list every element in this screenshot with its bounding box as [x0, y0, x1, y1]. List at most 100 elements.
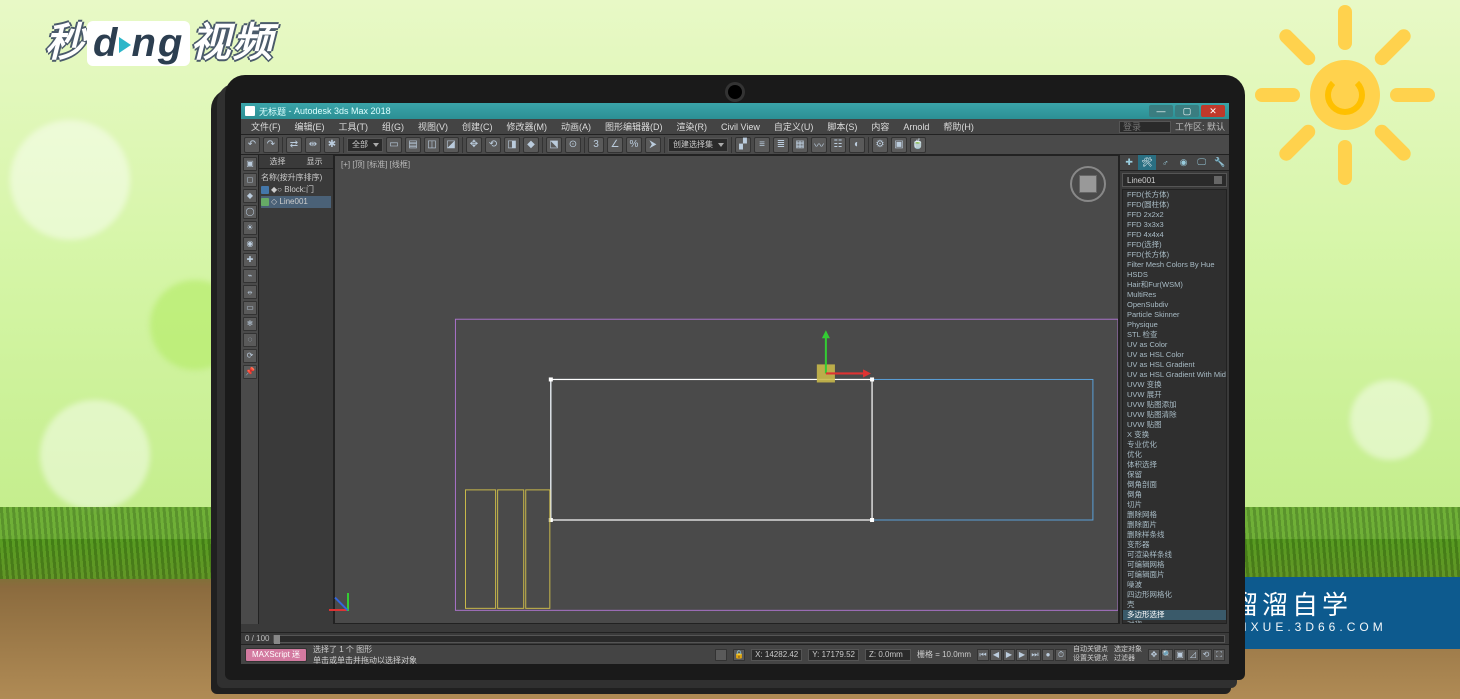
geometry-filter-button[interactable]: ◆: [243, 189, 257, 203]
modifier-item[interactable]: 可编辑网格: [1123, 560, 1226, 570]
workspace-label[interactable]: 工作区: 默认: [1175, 120, 1225, 133]
isolate-button[interactable]: [715, 649, 727, 661]
modifier-item[interactable]: 变形器: [1123, 540, 1226, 550]
display-all-button[interactable]: ▣: [243, 157, 257, 171]
placement-button[interactable]: ◆: [523, 137, 539, 153]
menu-item[interactable]: 自定义(U): [768, 120, 820, 133]
modifier-item[interactable]: UVW 贴图添加: [1123, 400, 1226, 410]
spacewarp-filter-button[interactable]: ⌁: [243, 269, 257, 283]
menu-item[interactable]: 渲染(R): [671, 120, 714, 133]
hidden-button[interactable]: ◌: [243, 333, 257, 347]
fov-button[interactable]: ◿: [1187, 649, 1199, 661]
render-frame-button[interactable]: ▣: [891, 137, 907, 153]
modifier-item[interactable]: UVW 变换: [1123, 380, 1226, 390]
angle-snap-button[interactable]: ∠: [607, 137, 623, 153]
modifier-item[interactable]: 保留: [1123, 470, 1226, 480]
menu-item[interactable]: 动画(A): [555, 120, 597, 133]
camera-filter-button[interactable]: ◉: [243, 237, 257, 251]
snap-toggle-button[interactable]: 3: [588, 137, 604, 153]
menu-item[interactable]: 图形编辑器(D): [599, 120, 669, 133]
render-setup-button[interactable]: ⚙: [872, 137, 888, 153]
menu-item[interactable]: 文件(F): [245, 120, 287, 133]
modifier-item[interactable]: 对称: [1123, 620, 1226, 624]
display-none-button[interactable]: ◻: [243, 173, 257, 187]
coord-y-field[interactable]: Y: 17179.52: [808, 649, 859, 661]
scene-explorer[interactable]: 选择 显示 名称(按升序排序) ◆○ Block:门 ◇ Line001: [259, 155, 334, 624]
window-close-button[interactable]: ✕: [1201, 105, 1225, 117]
utilities-tab[interactable]: 🔧: [1211, 155, 1229, 170]
viewport-canvas[interactable]: [335, 156, 1118, 623]
modifier-item[interactable]: 可编辑面片: [1123, 570, 1226, 580]
modifier-item[interactable]: 壳: [1123, 600, 1226, 610]
ref-coord-button[interactable]: ⬔: [546, 137, 562, 153]
menu-item[interactable]: 组(G): [376, 120, 410, 133]
autokey-label[interactable]: 自动关键点: [1073, 646, 1108, 654]
modifier-item[interactable]: 切片: [1123, 500, 1226, 510]
create-tab[interactable]: ✚: [1120, 155, 1138, 170]
modify-tab[interactable]: 🛠: [1138, 155, 1156, 170]
undo-button[interactable]: ↶: [244, 137, 260, 153]
pivot-button[interactable]: ⊙: [565, 137, 581, 153]
tab-select[interactable]: 选择: [259, 155, 296, 168]
modifier-item[interactable]: FFD 4x4x4: [1123, 230, 1226, 240]
helper-filter-button[interactable]: ✚: [243, 253, 257, 267]
time-slider[interactable]: 0 / 100: [241, 632, 1229, 644]
menu-item[interactable]: 帮助(H): [937, 120, 980, 133]
modifier-item[interactable]: Particle Skinner: [1123, 310, 1226, 320]
move-button[interactable]: ✥: [466, 137, 482, 153]
scene-tree[interactable]: 名称(按升序排序) ◆○ Block:门 ◇ Line001: [259, 169, 333, 624]
modifier-item[interactable]: STL 检查: [1123, 330, 1226, 340]
zoom-button[interactable]: 🔍: [1161, 649, 1173, 661]
motion-tab[interactable]: ◉: [1175, 155, 1193, 170]
modifier-item[interactable]: FFD(长方体): [1123, 250, 1226, 260]
mirror-button[interactable]: ▞: [735, 137, 751, 153]
select-region-button[interactable]: ◫: [424, 137, 440, 153]
modifier-item[interactable]: FFD(长方体): [1123, 190, 1226, 200]
menu-item[interactable]: Arnold: [897, 122, 935, 132]
shape-filter-button[interactable]: ◯: [243, 205, 257, 219]
curve-editor-button[interactable]: 〰: [811, 137, 827, 153]
container-button[interactable]: ▭: [243, 301, 257, 315]
modifier-item[interactable]: 倒角: [1123, 490, 1226, 500]
modifier-item[interactable]: 噪波: [1123, 580, 1226, 590]
selection-filter-dropdown[interactable]: 全部: [347, 138, 383, 152]
modifier-item[interactable]: 倒角剖面: [1123, 480, 1226, 490]
select-name-button[interactable]: ▤: [405, 137, 421, 153]
time-track[interactable]: [273, 635, 1225, 643]
scale-button[interactable]: ◨: [504, 137, 520, 153]
pan-button[interactable]: ✥: [1148, 649, 1160, 661]
maximize-viewport-button[interactable]: ⛶: [1213, 649, 1225, 661]
next-frame-button[interactable]: ▶: [1016, 649, 1028, 661]
window-titlebar[interactable]: 无标题 - Autodesk 3ds Max 2018 — ▢ ✕: [241, 103, 1229, 119]
align-button[interactable]: ≡: [754, 137, 770, 153]
modifier-item[interactable]: Hair和Fur(WSM): [1123, 280, 1226, 290]
bind-button[interactable]: ✱: [324, 137, 340, 153]
maxscript-button[interactable]: MAXScript 迷: [245, 648, 307, 662]
window-crossing-button[interactable]: ◪: [443, 137, 459, 153]
modifier-list[interactable]: FFD(长方体)FFD(圆柱体)FFD 2x2x2FFD 3x3x3FFD 4x…: [1122, 189, 1227, 624]
modifier-item[interactable]: 多边形选择: [1123, 610, 1226, 620]
modifier-item[interactable]: FFD(圆柱体): [1123, 200, 1226, 210]
goto-end-button[interactable]: ⏭: [1029, 649, 1041, 661]
time-config-button[interactable]: ⏱: [1055, 649, 1067, 661]
spinner-snap-button[interactable]: ⮞: [645, 137, 661, 153]
redo-button[interactable]: ↷: [263, 137, 279, 153]
menu-item[interactable]: Civil View: [715, 122, 766, 132]
modifier-item[interactable]: FFD 2x2x2: [1123, 210, 1226, 220]
modifier-item[interactable]: HSDS: [1123, 270, 1226, 280]
orbit-button[interactable]: ⟲: [1200, 649, 1212, 661]
modifier-item[interactable]: X 变换: [1123, 430, 1226, 440]
ribbon-button[interactable]: ▦: [792, 137, 808, 153]
object-name-field[interactable]: Line001: [1122, 173, 1227, 187]
modifier-item[interactable]: UV as Color: [1123, 340, 1226, 350]
menu-item[interactable]: 修改器(M): [501, 120, 554, 133]
light-filter-button[interactable]: ☀: [243, 221, 257, 235]
schematic-button[interactable]: ☷: [830, 137, 846, 153]
select-object-button[interactable]: ▭: [386, 137, 402, 153]
tab-display[interactable]: 显示: [296, 155, 333, 168]
play-button[interactable]: ▶: [1003, 649, 1015, 661]
render-button[interactable]: 🍵: [910, 137, 926, 153]
modifier-item[interactable]: UVW 贴图清除: [1123, 410, 1226, 420]
prev-frame-button[interactable]: ◀: [990, 649, 1002, 661]
modifier-item[interactable]: FFD 3x3x3: [1123, 220, 1226, 230]
